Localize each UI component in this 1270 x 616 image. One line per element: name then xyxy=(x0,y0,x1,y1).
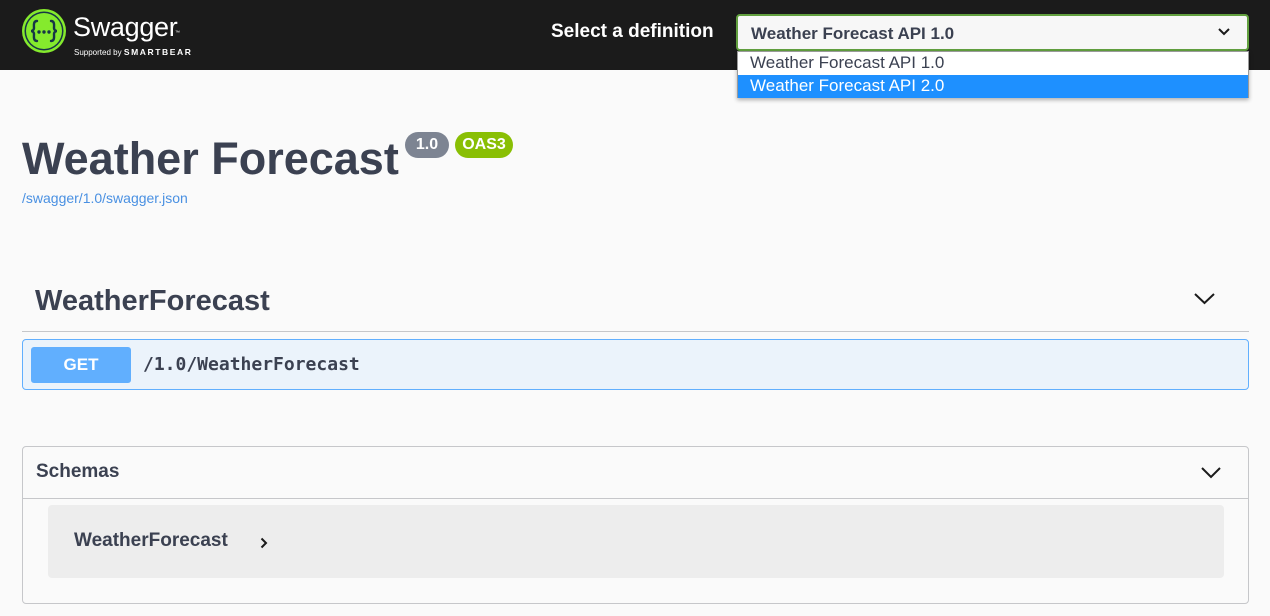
chevron-down-icon[interactable] xyxy=(1193,292,1216,306)
operation-path: /1.0/WeatherForecast xyxy=(143,354,360,375)
supported-by-text: Supported by SMARTBEAR xyxy=(74,47,193,58)
swagger-logo-icon[interactable] xyxy=(22,9,66,53)
chevron-down-icon[interactable] xyxy=(1200,466,1222,480)
definition-option-1[interactable]: Weather Forecast API 1.0 xyxy=(738,52,1248,75)
definition-dropdown-list: Weather Forecast API 1.0 Weather Forecas… xyxy=(737,51,1249,98)
spec-json-link[interactable]: /swagger/1.0/swagger.json xyxy=(22,190,188,206)
model-name: WeatherForecast xyxy=(74,530,228,551)
trademark-symbol: ™ xyxy=(175,30,180,36)
chevron-right-icon xyxy=(260,537,268,549)
version-badge: 1.0 xyxy=(405,132,449,158)
schemas-divider xyxy=(23,498,1248,499)
selected-definition: Weather Forecast API 1.0 xyxy=(751,24,955,43)
tag-title[interactable]: WeatherForecast xyxy=(35,284,270,318)
oas-badge: OAS3 xyxy=(455,132,513,158)
chevron-down-icon xyxy=(1218,28,1230,36)
schemas-section: Schemas WeatherForecast xyxy=(22,446,1249,604)
definition-select[interactable]: Weather Forecast API 1.0 xyxy=(736,14,1249,51)
schemas-title[interactable]: Schemas xyxy=(36,461,119,483)
operation-get-weatherforecast[interactable]: GET /1.0/WeatherForecast xyxy=(22,339,1249,390)
supported-by-prefix: Supported by xyxy=(74,48,122,57)
model-weatherforecast[interactable]: WeatherForecast xyxy=(48,505,1224,578)
api-title: Weather Forecast xyxy=(22,133,399,184)
definition-option-2[interactable]: Weather Forecast API 2.0 xyxy=(738,75,1248,98)
brand-name[interactable]: Swagger xyxy=(73,12,178,42)
supported-by-company: SMARTBEAR xyxy=(123,47,193,57)
tag-divider xyxy=(22,331,1249,332)
method-badge: GET xyxy=(31,347,131,383)
select-definition-label: Select a definition xyxy=(551,21,714,42)
